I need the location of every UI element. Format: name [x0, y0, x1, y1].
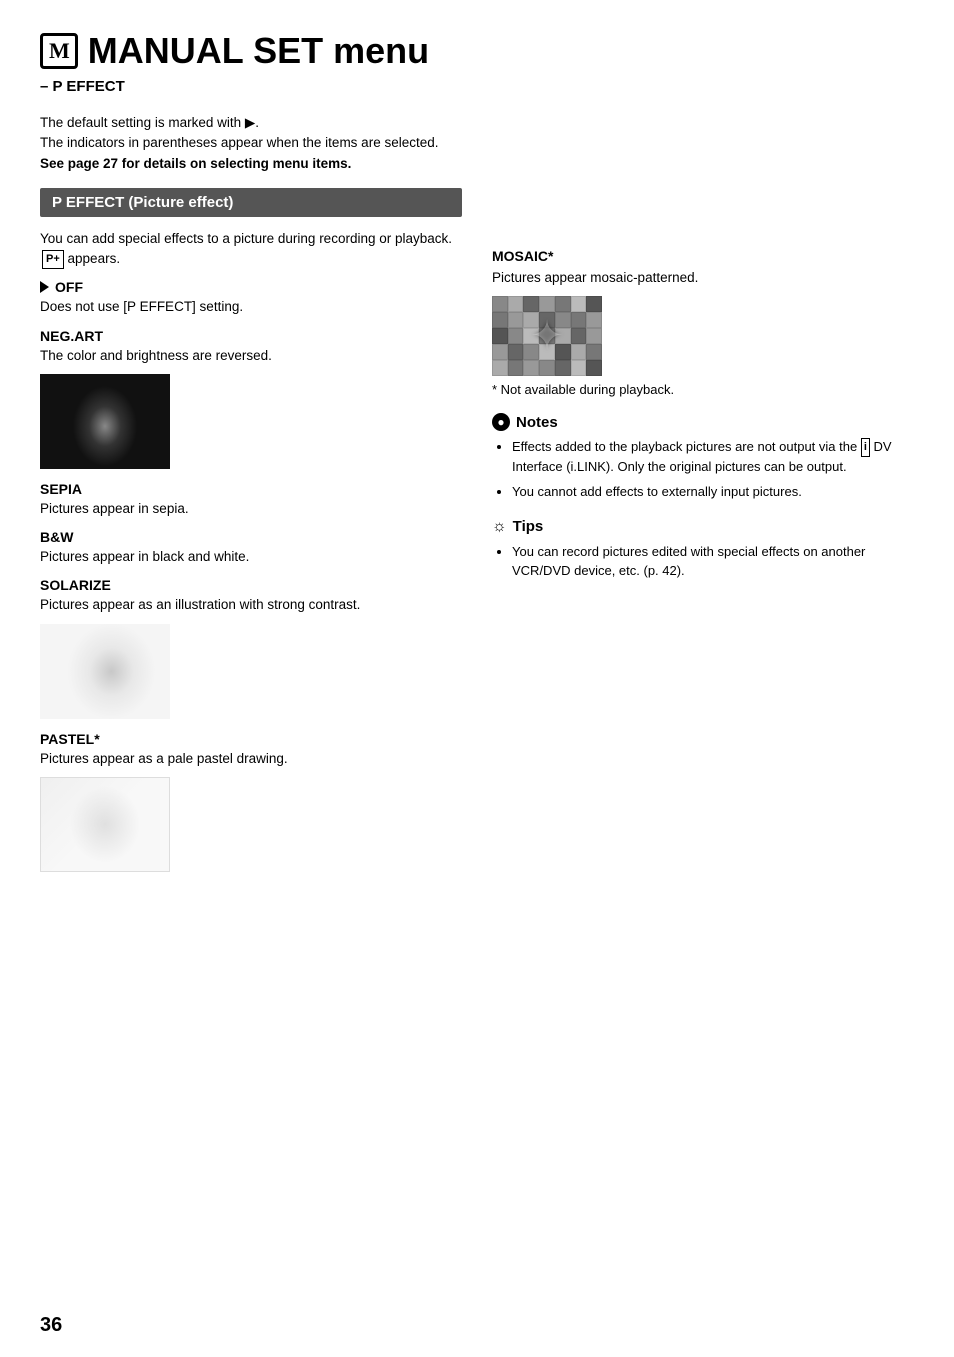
mosaic-cell	[523, 360, 539, 376]
effect-neg-art: NEG.ART The color and brightness are rev…	[40, 328, 462, 469]
effect-bw: B&W Pictures appear in black and white.	[40, 529, 462, 567]
effect-bw-desc: Pictures appear in black and white.	[40, 547, 462, 567]
effect-neg-art-desc: The color and brightness are reversed.	[40, 346, 462, 366]
mosaic-cell	[586, 296, 602, 312]
mosaic-cell	[586, 360, 602, 376]
mosaic-cell	[508, 312, 524, 328]
mosaic-cell	[508, 328, 524, 344]
notes-section: ● Notes Effects added to the playback pi…	[492, 413, 914, 502]
effect-solarize-name: SOLARIZE	[40, 577, 462, 593]
mosaic-cell	[586, 344, 602, 360]
effect-off-name: OFF	[40, 279, 462, 295]
tips-icon: ☼	[492, 518, 507, 536]
notes-icon: ●	[492, 413, 510, 431]
tips-header: ☼ Tips	[492, 518, 914, 536]
mosaic-cell	[571, 360, 587, 376]
intro-line2: The indicators in parentheses appear whe…	[40, 133, 914, 153]
section-intro: You can add special effects to a picture…	[40, 229, 462, 270]
note-item-1: Effects added to the playback pictures a…	[512, 437, 914, 476]
title-area: M MANUAL SET menu	[40, 30, 914, 72]
effect-pastel-name: PASTEL*	[40, 731, 462, 747]
tips-section: ☼ Tips You can record pictures edited wi…	[492, 518, 914, 581]
p-badge: P+	[42, 250, 64, 269]
tips-list: You can record pictures edited with spec…	[492, 542, 914, 581]
effect-off-desc: Does not use [P EFFECT] setting.	[40, 297, 462, 317]
effect-pastel-desc: Pictures appear as a pale pastel drawing…	[40, 749, 462, 769]
mosaic-cell	[571, 344, 587, 360]
mosaic-cell	[492, 328, 508, 344]
left-column: P EFFECT (Picture effect) You can add sp…	[40, 188, 462, 884]
mosaic-cell	[555, 296, 571, 312]
tips-header-text: Tips	[513, 518, 544, 535]
mosaic-cell	[523, 296, 539, 312]
page-subtitle: – P EFFECT	[40, 78, 914, 95]
mosaic-cell	[508, 360, 524, 376]
mosaic-cell	[492, 360, 508, 376]
pastel-image	[40, 777, 170, 872]
mosaic-desc: Pictures appear mosaic-patterned.	[492, 268, 914, 288]
mosaic-cell	[523, 344, 539, 360]
mosaic-cell	[571, 328, 587, 344]
arrow-icon	[40, 281, 49, 293]
mosaic-cell	[539, 296, 555, 312]
mosaic-cell	[492, 344, 508, 360]
effect-mosaic: MOSAIC* Pictures appear mosaic-patterned…	[492, 248, 914, 397]
neg-art-image	[40, 374, 170, 469]
tip-item-1: You can record pictures edited with spec…	[512, 542, 914, 581]
section-intro-end: appears.	[68, 251, 121, 266]
mosaic-image: ✦	[492, 296, 602, 376]
section-header: P EFFECT (Picture effect)	[40, 188, 462, 217]
mosaic-cell	[539, 312, 555, 328]
title-icon: M	[40, 33, 78, 69]
page-number: 36	[40, 1314, 62, 1337]
mosaic-cell	[508, 344, 524, 360]
mosaic-cell	[508, 296, 524, 312]
intro-line1: The default setting is marked with ▶.	[40, 113, 914, 133]
mosaic-cell	[492, 296, 508, 312]
intro-line3: See page 27 for details on selecting men…	[40, 154, 914, 174]
mosaic-cell	[555, 328, 571, 344]
effect-sepia-name: SEPIA	[40, 481, 462, 497]
mosaic-cell	[586, 312, 602, 328]
mosaic-cell	[555, 312, 571, 328]
mosaic-cell	[523, 312, 539, 328]
main-columns: P EFFECT (Picture effect) You can add sp…	[40, 188, 914, 884]
notes-header-text: Notes	[516, 414, 558, 431]
effect-neg-art-name: NEG.ART	[40, 328, 462, 344]
mosaic-name: MOSAIC*	[492, 248, 914, 264]
mosaic-cell	[555, 360, 571, 376]
solarize-image	[40, 624, 170, 719]
dv-icon: i	[861, 438, 870, 457]
mosaic-cell	[539, 344, 555, 360]
notes-list: Effects added to the playback pictures a…	[492, 437, 914, 502]
mosaic-cell	[539, 360, 555, 376]
notes-header: ● Notes	[492, 413, 914, 431]
note-item-2: You cannot add effects to externally inp…	[512, 482, 914, 502]
mosaic-cell	[571, 312, 587, 328]
intro-text: The default setting is marked with ▶. Th…	[40, 113, 914, 174]
page: M MANUAL SET menu – P EFFECT The default…	[0, 0, 954, 1357]
mosaic-cell	[492, 312, 508, 328]
effect-sepia-desc: Pictures appear in sepia.	[40, 499, 462, 519]
effect-off: OFF Does not use [P EFFECT] setting.	[40, 279, 462, 317]
page-title: MANUAL SET menu	[88, 30, 429, 72]
effect-sepia: SEPIA Pictures appear in sepia.	[40, 481, 462, 519]
mosaic-cell	[571, 296, 587, 312]
effect-solarize-desc: Pictures appear as an illustration with …	[40, 595, 462, 615]
effect-solarize: SOLARIZE Pictures appear as an illustrat…	[40, 577, 462, 718]
section-intro-text: You can add special effects to a picture…	[40, 231, 452, 246]
mosaic-grid	[492, 296, 602, 376]
mosaic-cell	[586, 328, 602, 344]
effect-pastel: PASTEL* Pictures appear as a pale pastel…	[40, 731, 462, 872]
effect-bw-name: B&W	[40, 529, 462, 545]
mosaic-cell	[523, 328, 539, 344]
mosaic-cell	[555, 344, 571, 360]
mosaic-cell	[539, 328, 555, 344]
mosaic-note: * Not available during playback.	[492, 382, 914, 397]
right-column: MOSAIC* Pictures appear mosaic-patterned…	[492, 188, 914, 884]
